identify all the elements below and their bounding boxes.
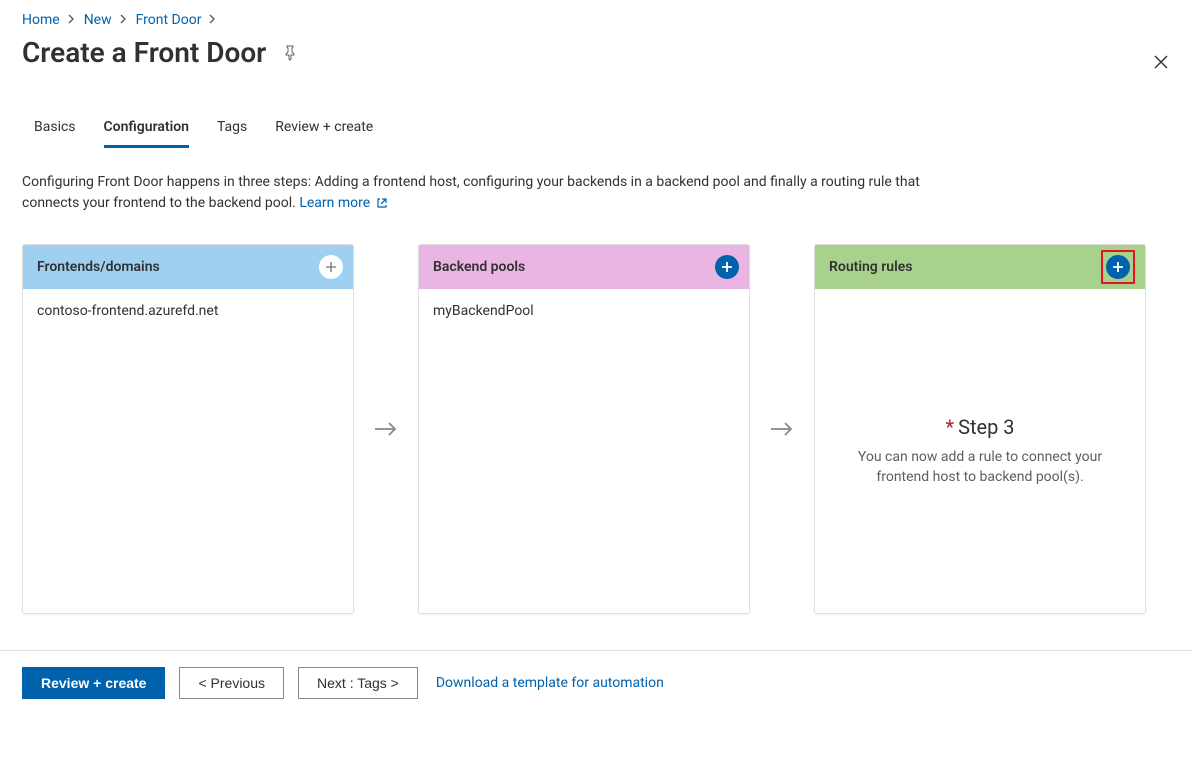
learn-more-link[interactable]: Learn more	[299, 195, 387, 211]
external-link-icon	[376, 195, 388, 216]
page-title: Create a Front Door	[22, 36, 266, 69]
tab-configuration[interactable]: Configuration	[104, 113, 189, 148]
panel-routing: Routing rules *Step 3 You can now add a …	[814, 244, 1146, 614]
close-icon[interactable]	[1151, 52, 1171, 72]
panel-backends-title: Backend pools	[433, 259, 525, 275]
intro-body: Configuring Front Door happens in three …	[22, 174, 920, 211]
chevron-right-icon	[209, 13, 217, 28]
panel-routing-title: Routing rules	[829, 259, 912, 275]
add-routing-rule-button[interactable]	[1106, 255, 1130, 279]
add-backend-button[interactable]	[715, 255, 739, 279]
review-create-button[interactable]: Review + create	[22, 667, 165, 699]
breadcrumb-home[interactable]: Home	[22, 12, 60, 28]
routing-step-label: Step 3	[958, 415, 1014, 439]
learn-more-label: Learn more	[299, 195, 370, 211]
arrow-right-icon	[768, 419, 796, 439]
download-template-link[interactable]: Download a template for automation	[436, 675, 664, 691]
breadcrumb-new[interactable]: New	[84, 12, 112, 28]
required-asterisk-icon: *	[945, 415, 954, 439]
tab-tags[interactable]: Tags	[217, 113, 247, 148]
breadcrumb: Home New Front Door	[22, 12, 1171, 28]
frontend-item[interactable]: contoso-frontend.azurefd.net	[37, 303, 339, 319]
tabs: Basics Configuration Tags Review + creat…	[22, 113, 1171, 148]
panel-backends: Backend pools myBackendPool	[418, 244, 750, 614]
arrow-right-icon	[372, 419, 400, 439]
panel-frontends-title: Frontends/domains	[37, 259, 160, 275]
backend-item[interactable]: myBackendPool	[433, 303, 735, 319]
previous-button[interactable]: < Previous	[179, 667, 284, 699]
breadcrumb-front-door[interactable]: Front Door	[136, 12, 202, 28]
highlight-box	[1101, 250, 1135, 284]
panel-frontends: Frontends/domains contoso-frontend.azure…	[22, 244, 354, 614]
intro-text: Configuring Front Door happens in three …	[22, 172, 942, 216]
next-button[interactable]: Next : Tags >	[298, 667, 418, 699]
routing-step-desc: You can now add a rule to connect your f…	[835, 447, 1125, 488]
routing-step-title: *Step 3	[945, 415, 1014, 439]
tab-basics[interactable]: Basics	[34, 113, 76, 148]
footer-bar: Review + create < Previous Next : Tags >…	[0, 650, 1193, 717]
chevron-right-icon	[68, 13, 76, 28]
pin-icon[interactable]	[282, 45, 298, 61]
chevron-right-icon	[120, 13, 128, 28]
add-frontend-button[interactable]	[319, 255, 343, 279]
tab-review-create[interactable]: Review + create	[275, 113, 373, 148]
